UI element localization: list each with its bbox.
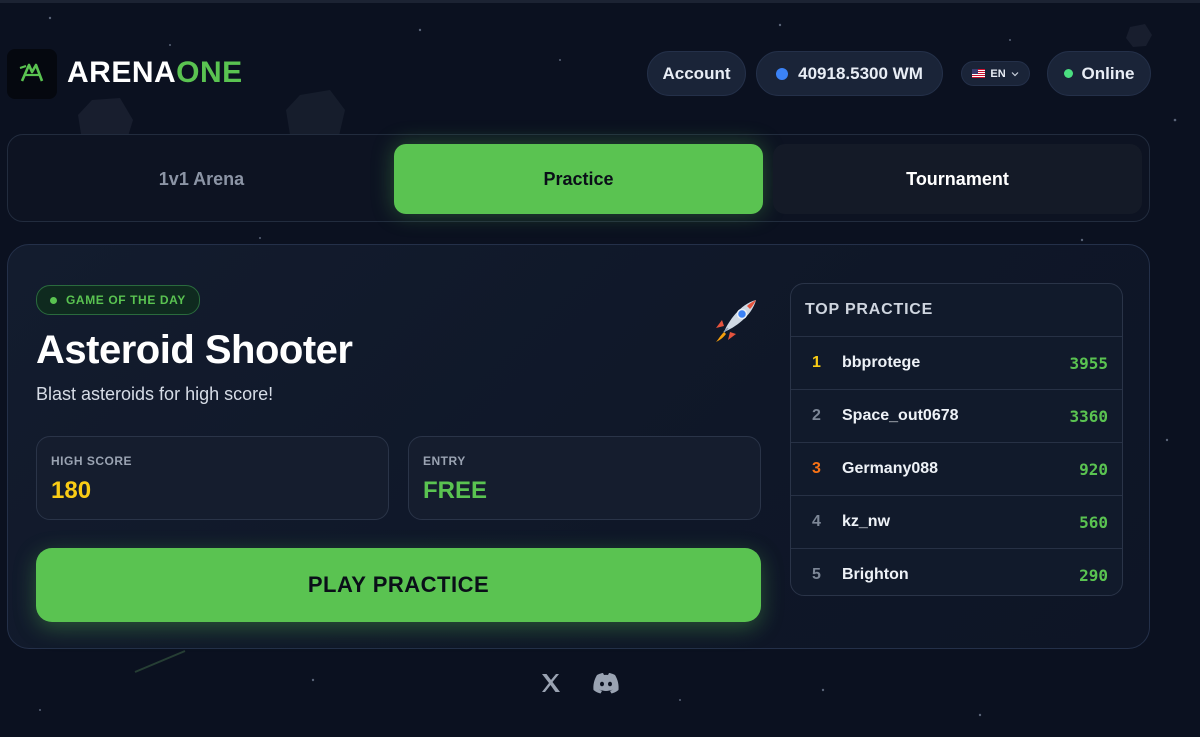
logo-mark[interactable]	[7, 49, 57, 99]
leaderboard-row: 5 Brighton 290	[791, 549, 1122, 595]
game-card: GAME OF THE DAY Asteroid Shooter Blast a…	[7, 244, 1150, 649]
tab-practice[interactable]: Practice	[394, 144, 763, 214]
wallet-balance-button[interactable]: 40918.5300 WM	[756, 51, 943, 96]
leaderboard-score: 3955	[1069, 353, 1108, 373]
high-score-label: HIGH SCORE	[51, 454, 133, 468]
leaderboard-player: kz_nw	[842, 513, 891, 530]
leaderboard-rank: 5	[812, 566, 821, 583]
x-social-link[interactable]	[536, 668, 566, 698]
badge-dot-icon	[50, 296, 57, 304]
leaderboard-score: 560	[1079, 512, 1108, 532]
leaderboard-rank: 1	[812, 354, 821, 371]
leaderboard-row: 2 Space_out0678 3360	[791, 390, 1122, 443]
entry-card: ENTRY FREE	[408, 436, 761, 520]
account-button[interactable]: Account	[647, 51, 746, 96]
entry-value: FREE	[423, 477, 488, 504]
play-practice-button[interactable]: PLAY PRACTICE	[36, 548, 761, 622]
game-of-the-day-badge: GAME OF THE DAY	[36, 285, 200, 315]
online-status-label: Online	[1081, 63, 1135, 83]
mode-tabs: 1v1 Arena Practice Tournament	[7, 134, 1150, 222]
leaderboard-row: 4 kz_nw 560	[791, 496, 1122, 549]
leaderboard-player: Germany088	[842, 460, 939, 477]
leaderboard-player: bbprotege	[842, 354, 921, 371]
leaderboard-score: 920	[1079, 459, 1108, 479]
leaderboard-player: Space_out0678	[842, 407, 959, 424]
leaderboard-row: 1 bbprotege 3955	[791, 337, 1122, 390]
top-practice-leaderboard: TOP PRACTICE 1 bbprotege 3955 2 Space_ou…	[790, 283, 1123, 596]
leaderboard-score: 3360	[1069, 406, 1108, 426]
wallet-balance: 40918.5300 WM	[798, 63, 923, 83]
game-title: Asteroid Shooter	[36, 328, 353, 372]
tab-tournament[interactable]: Tournament	[773, 144, 1142, 214]
tab-1v1-arena[interactable]: 1v1 Arena	[17, 144, 386, 214]
chevron-down-icon	[1011, 71, 1019, 76]
rocket-icon	[716, 300, 756, 342]
leaderboard-rank: 3	[812, 460, 821, 477]
discord-social-link[interactable]	[591, 668, 621, 698]
leaderboard-row: 3 Germany088 920	[791, 443, 1122, 496]
language-label: EN	[990, 67, 1006, 80]
leaderboard-score: 290	[1079, 565, 1108, 585]
leaderboard-title: TOP PRACTICE	[791, 284, 1122, 337]
language-selector[interactable]: EN	[961, 61, 1030, 86]
high-score-card: HIGH SCORE 180	[36, 436, 389, 520]
game-subtitle: Blast asteroids for high score!	[36, 384, 274, 404]
entry-label: ENTRY	[423, 454, 466, 468]
online-status: Online	[1047, 51, 1151, 96]
high-score-value: 180	[51, 477, 92, 504]
brand-wordmark[interactable]: ARENAONE	[67, 56, 243, 90]
leaderboard-player: Brighton	[842, 566, 909, 583]
brand-part-1: ARENA	[67, 56, 177, 89]
leaderboard-rank: 4	[812, 513, 821, 530]
badge-label: GAME OF THE DAY	[66, 293, 186, 307]
online-indicator-icon	[1063, 69, 1073, 78]
leaderboard-rank: 2	[812, 407, 821, 424]
account-label: Account	[662, 63, 731, 83]
wallet-coin-icon	[776, 67, 789, 80]
brand-part-2: ONE	[176, 56, 243, 89]
x-icon	[542, 674, 560, 692]
discord-icon	[593, 673, 619, 694]
us-flag-icon	[972, 69, 986, 78]
logo-icon	[19, 63, 44, 82]
